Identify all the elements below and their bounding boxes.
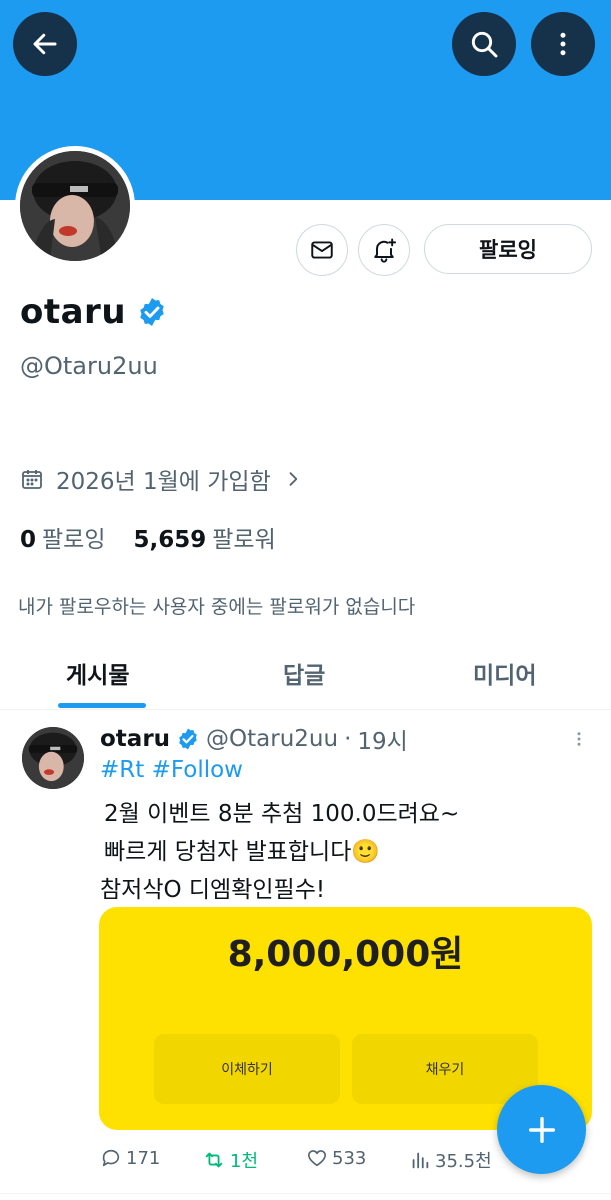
profile-tabs: 게시물 답글 미디어 — [0, 640, 611, 710]
compose-post-button[interactable] — [497, 1085, 586, 1174]
balance-amount: 8,000,000원 — [227, 934, 464, 975]
plus-icon — [528, 1116, 555, 1143]
notifications-button[interactable] — [358, 224, 410, 276]
views-button[interactable]: 35.5천 — [409, 1147, 492, 1173]
profile-stats: 0 팔로잉 5,659 팔로워 — [20, 520, 276, 554]
following-button[interactable]: 팔로잉 — [424, 224, 592, 274]
message-button[interactable] — [296, 224, 348, 276]
reply-button[interactable]: 171 — [100, 1147, 160, 1169]
profile-avatar[interactable] — [15, 146, 135, 266]
tab-media[interactable]: 미디어 — [473, 656, 536, 690]
followers-stat[interactable]: 5,659 팔로워 — [134, 520, 276, 554]
like-count: 533 — [332, 1147, 367, 1169]
avatar-image — [20, 151, 130, 261]
chevron-right-icon — [289, 472, 297, 486]
tab-replies[interactable]: 답글 — [283, 656, 325, 690]
heart-icon — [307, 1150, 327, 1167]
back-button[interactable] — [13, 12, 77, 76]
tab-posts[interactable]: 게시물 — [66, 656, 129, 690]
tweet-text-line: 빠르게 당첨자 발표합니다🙂 — [104, 839, 381, 865]
following-stat[interactable]: 0 팔로잉 — [20, 520, 106, 554]
verified-badge-icon — [179, 728, 197, 750]
views-count: 35.5천 — [435, 1151, 492, 1172]
followers-you-know-note: 내가 팔로우하는 사용자 중에는 팔로워가 없습니다 — [18, 596, 416, 618]
tweet-time[interactable]: 19시 — [357, 722, 407, 756]
active-tab-indicator — [58, 703, 146, 708]
bell-plus-icon — [374, 238, 397, 263]
joined-date-row[interactable]: 2026년 1월에 가입함 — [20, 462, 303, 496]
tweet-author-name[interactable]: otaru — [100, 726, 170, 752]
charge-button: 채우기 — [352, 1034, 538, 1104]
joined-date: 2026년 1월에 가입함 — [56, 469, 271, 495]
tweet-hashtags[interactable]: #Rt #Follow — [100, 757, 243, 783]
tweet-author-handle[interactable]: @Otaru2uu — [206, 726, 338, 752]
analytics-icon — [412, 1152, 429, 1169]
tweet-text-line: 2월 이벤트 8분 추첨 100.0드려요~ — [104, 801, 460, 827]
like-button[interactable]: 533 — [306, 1147, 366, 1169]
followers-label: 팔로워 — [212, 527, 276, 553]
profile-name-row: otaru — [20, 292, 168, 332]
transfer-button: 이체하기 — [154, 1034, 340, 1104]
tweet-separator: · — [344, 726, 352, 752]
verified-badge-icon — [140, 298, 164, 326]
tweet-header: otaru @Otaru2uu · 19시 — [100, 722, 408, 756]
more-vertical-icon — [560, 32, 566, 56]
retweet-icon — [205, 1152, 223, 1168]
divider — [0, 1193, 611, 1194]
search-button[interactable] — [452, 12, 516, 76]
arrow-left-icon — [33, 33, 57, 55]
tweet-more-button[interactable] — [570, 728, 588, 754]
display-name: otaru — [20, 292, 127, 332]
calendar-icon — [22, 470, 42, 489]
search-icon — [471, 31, 498, 58]
more-vertical-icon — [577, 732, 581, 746]
retweet-button[interactable]: 1천 — [202, 1147, 258, 1173]
following-label: 팔로잉 — [42, 527, 106, 553]
reply-count: 171 — [126, 1147, 161, 1169]
tweet-avatar[interactable] — [22, 727, 84, 789]
following-count: 0 — [20, 527, 37, 553]
followers-count: 5,659 — [133, 527, 207, 553]
retweet-count: 1천 — [230, 1151, 259, 1172]
tweet-text-line: 참저삭O 디엠확인필수! — [100, 877, 326, 903]
profile-handle: @Otaru2uu — [20, 352, 158, 380]
more-options-button[interactable] — [531, 12, 595, 76]
envelope-icon — [311, 241, 333, 259]
reply-icon — [102, 1149, 120, 1167]
